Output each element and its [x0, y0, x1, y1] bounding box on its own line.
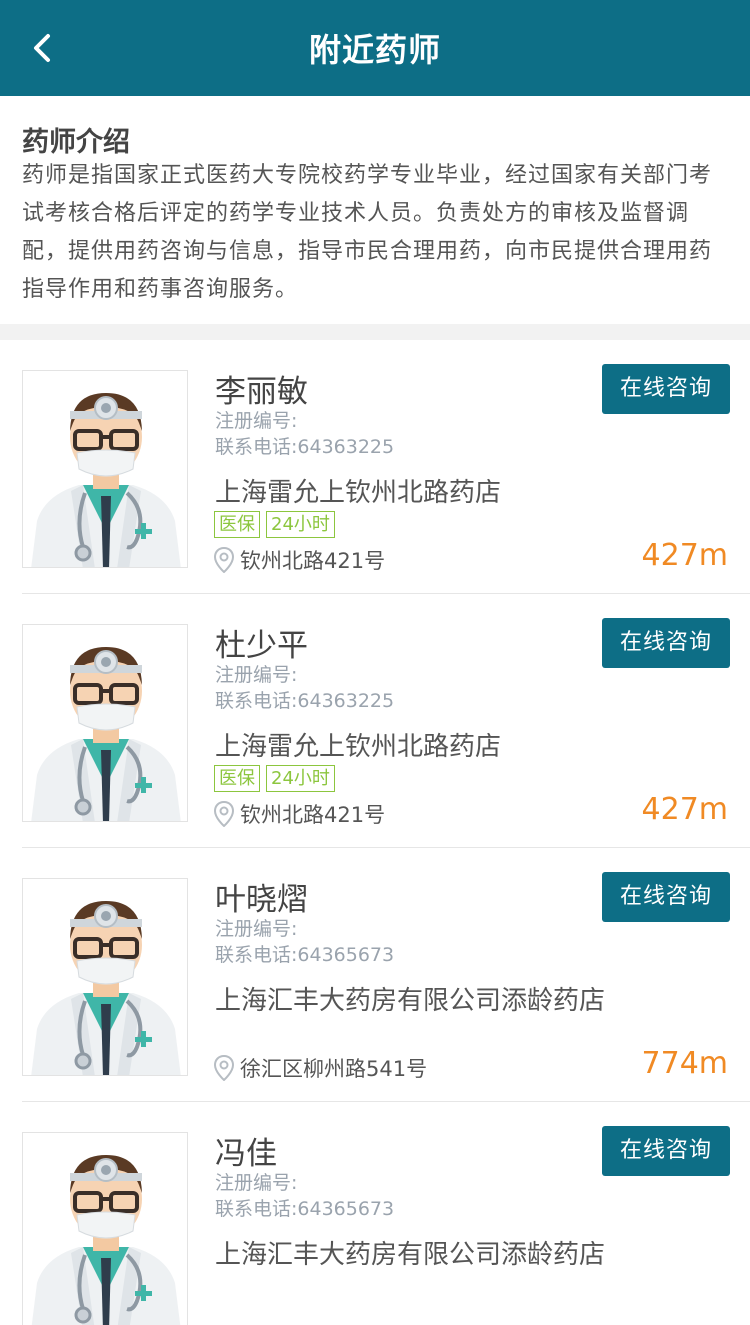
distance: 774m — [641, 1046, 728, 1081]
registration-label: 注册编号: — [215, 918, 298, 940]
tag-badge: 24小时 — [266, 765, 335, 792]
location-pin-icon — [214, 801, 234, 827]
online-consult-button[interactable]: 在线咨询 — [602, 872, 730, 922]
tag-badge: 24小时 — [266, 511, 335, 538]
pharmacist-name: 叶晓熠 — [215, 882, 308, 918]
registration-label: 注册编号: — [215, 1172, 298, 1194]
doctor-avatar — [22, 1132, 188, 1325]
page-title: 附近药师 — [308, 31, 441, 69]
tag-list: 医保 24小时 — [214, 765, 335, 792]
top-bar: 附近药师 — [0, 0, 750, 96]
pharmacist-card[interactable]: 叶晓熠 注册编号: 联系电话:64365673 上海汇丰大药房有限公司添龄药店 … — [0, 848, 750, 1102]
pharmacist-card[interactable]: 杜少平 注册编号: 联系电话:64363225 上海雷允上钦州北路药店 医保 24… — [0, 594, 750, 848]
tag-badge: 医保 — [214, 765, 260, 792]
intro-text: 药师是指国家正式医药大专院校药学专业毕业，经过国家有关部门考试考核合格后评定的药… — [22, 163, 713, 302]
address-row: 徐汇区柳州路541号 — [214, 1053, 427, 1083]
online-consult-button[interactable]: 在线咨询 — [602, 1126, 730, 1176]
store-name: 上海汇丰大药房有限公司添龄药店 — [215, 1240, 606, 1270]
doctor-avatar — [22, 624, 188, 822]
section-gap — [0, 324, 750, 340]
pharmacist-card[interactable]: 冯佳 注册编号: 联系电话:64365673 上海汇丰大药房有限公司添龄药店 在… — [0, 1102, 750, 1325]
pharmacist-name: 冯佳 — [215, 1136, 277, 1172]
store-name: 上海汇丰大药房有限公司添龄药店 — [215, 986, 606, 1016]
tag-badge: 医保 — [214, 511, 260, 538]
phone-number: 联系电话:64363225 — [215, 436, 395, 458]
distance: 427m — [641, 538, 728, 573]
pharmacist-name: 李丽敏 — [215, 374, 308, 410]
phone-number: 联系电话:64365673 — [215, 1198, 395, 1220]
location-pin-icon — [214, 1055, 234, 1081]
doctor-avatar — [22, 370, 188, 568]
distance: 427m — [641, 792, 728, 827]
phone-number: 联系电话:64363225 — [215, 690, 395, 712]
address-text: 徐汇区柳州路541号 — [240, 1057, 428, 1081]
store-name: 上海雷允上钦州北路药店 — [215, 732, 502, 762]
address-row: 钦州北路421号 — [214, 799, 385, 829]
address-text: 钦州北路421号 — [240, 803, 386, 827]
intro-title: 药师介绍 — [22, 127, 130, 158]
phone-number: 联系电话:64365673 — [215, 944, 395, 966]
online-consult-button[interactable]: 在线咨询 — [602, 618, 730, 668]
online-consult-button[interactable]: 在线咨询 — [602, 364, 730, 414]
registration-label: 注册编号: — [215, 410, 298, 432]
pharmacist-name: 杜少平 — [215, 628, 308, 664]
store-name: 上海雷允上钦州北路药店 — [215, 478, 502, 508]
doctor-avatar — [22, 878, 188, 1076]
address-row: 钦州北路421号 — [214, 545, 385, 575]
registration-label: 注册编号: — [215, 664, 298, 686]
tag-list: 医保 24小时 — [214, 511, 335, 538]
pharmacist-card[interactable]: 李丽敏 注册编号: 联系电话:64363225 上海雷允上钦州北路药店 医保 24… — [0, 340, 750, 594]
location-pin-icon — [214, 547, 234, 573]
address-text: 钦州北路421号 — [240, 549, 386, 573]
